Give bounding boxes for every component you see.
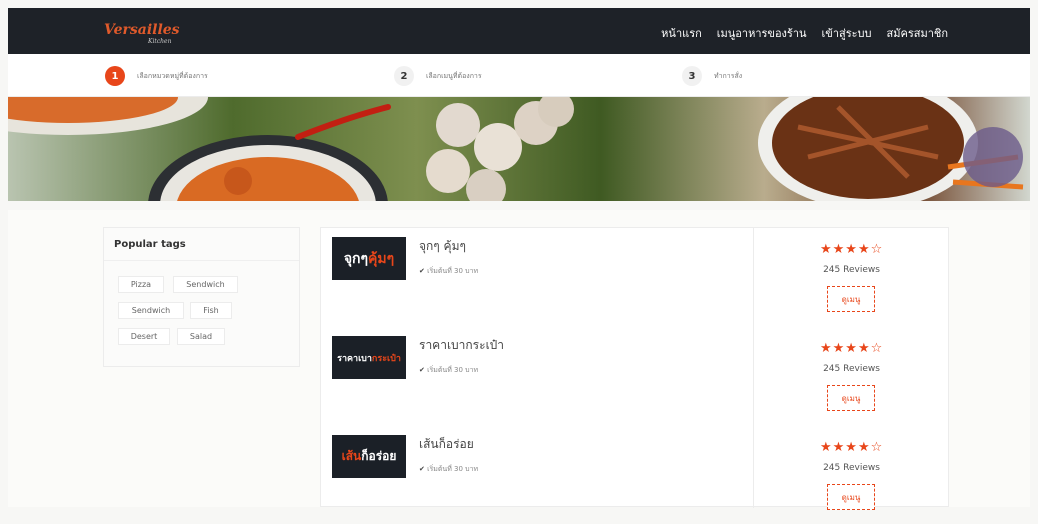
restaurant-name[interactable]: จุกๆ คุ้มๆ (419, 237, 466, 256)
view-menu-button[interactable]: ดูเมนู (827, 385, 875, 411)
rating-column: ★★★★☆ 245 Reviews ดูเมนู (754, 426, 949, 524)
tag-fish[interactable]: Fish (190, 302, 232, 319)
tag-sendwich-2[interactable]: Sendwich (118, 302, 184, 319)
view-menu-button[interactable]: ดูเมนู (827, 484, 875, 510)
popular-tags-title: Popular tags (114, 239, 186, 250)
review-count: 245 Reviews (823, 364, 880, 374)
step-2-label: เลือกเมนูที่ต้องการ (426, 71, 482, 80)
restaurant-list: จุกๆ คุ้มๆ จุกๆ คุ้มๆ ✔ เริ่มต้นที่ 30 บา… (320, 227, 950, 510)
star-filled-icon: ★★★★ (820, 440, 871, 455)
restaurant-name[interactable]: ราคาเบากระเป๋า (419, 336, 504, 355)
step-3-label: ทำการสั่ง (714, 71, 743, 80)
rating-column: ★★★★☆ 245 Reviews ดูเมนู (754, 228, 949, 326)
top-navbar: Versailles Kitchen หน้าแรก เมนูอาหารของร… (8, 8, 1030, 54)
step-1-number: 1 (105, 66, 125, 86)
star-rating: ★★★★☆ (820, 242, 883, 257)
step-2: 2 เลือกเมนูที่ต้องการ (394, 66, 482, 86)
restaurant-logo[interactable]: ราคาเบา กระเป๋า (332, 336, 406, 379)
star-rating: ★★★★☆ (820, 341, 883, 356)
restaurant-name[interactable]: เส้นก็อร่อย (419, 435, 474, 454)
step-1-label: เลือกหมวดหมู่ที่ต้องการ (137, 71, 208, 80)
step-3: 3 ทำการสั่ง (682, 66, 742, 86)
restaurant-price: ✔ เริ่มต้นที่ 30 บาท (419, 464, 478, 475)
food-banner-illustration (8, 97, 1024, 201)
main-nav: หน้าแรก เมนูอาหารของร้าน เข้าสู่ระบบ สมั… (661, 24, 948, 42)
step-1: 1 เลือกหมวดหมู่ที่ต้องการ (105, 66, 208, 86)
star-empty-icon: ☆ (870, 440, 884, 455)
popular-tags-panel: Popular tags Pizza Sendwich Sendwich Fis… (103, 227, 300, 367)
logo-text-white: จุกๆ (343, 250, 369, 267)
star-rating: ★★★★☆ (820, 440, 883, 455)
logo-text-white: ราคาเบา (337, 353, 372, 364)
order-steps: 1 เลือกหมวดหมู่ที่ต้องการ 2 เลือกเมนูที่… (8, 54, 1030, 97)
tag-pizza[interactable]: Pizza (118, 276, 164, 293)
price-text: เริ่มต้นที่ 30 บาท (427, 366, 479, 374)
food-banner-image (8, 97, 1030, 201)
review-count: 245 Reviews (823, 463, 880, 473)
tag-desert[interactable]: Desert (118, 328, 170, 345)
price-text: เริ่มต้นที่ 30 บาท (427, 465, 479, 473)
nav-register-link[interactable]: สมัครสมาชิก (887, 24, 949, 42)
restaurant-price: ✔ เริ่มต้นที่ 30 บาท (419, 365, 478, 376)
view-menu-button[interactable]: ดูเมนู (827, 286, 875, 312)
logo-text-orange: กระเป๋า (371, 353, 401, 364)
restaurant-row: จุกๆ คุ้มๆ จุกๆ คุ้มๆ ✔ เริ่มต้นที่ 30 บา… (321, 228, 950, 326)
check-icon: ✔ (419, 267, 425, 275)
check-icon: ✔ (419, 366, 425, 374)
site-logo-subtitle: Kitchen (148, 38, 172, 45)
star-empty-icon: ☆ (870, 341, 884, 356)
review-count: 245 Reviews (823, 265, 880, 275)
restaurant-price: ✔ เริ่มต้นที่ 30 บาท (419, 266, 478, 277)
restaurant-logo[interactable]: เส้น ก็อร่อย (332, 435, 406, 478)
tag-salad[interactable]: Salad (177, 328, 225, 345)
restaurant-row: เส้น ก็อร่อย เส้นก็อร่อย ✔ เริ่มต้นที่ 30… (321, 426, 950, 524)
logo-text-orange: เส้น (341, 449, 362, 463)
rating-column: ★★★★☆ 245 Reviews ดูเมนู (754, 327, 949, 425)
step-2-number: 2 (394, 66, 414, 86)
check-icon: ✔ (419, 465, 425, 473)
logo-text-white: ก็อร่อย (361, 449, 397, 463)
restaurant-row: ราคาเบา กระเป๋า ราคาเบากระเป๋า ✔ เริ่มต้น… (321, 327, 950, 425)
restaurant-logo[interactable]: จุกๆ คุ้มๆ (332, 237, 406, 280)
nav-menu-link[interactable]: เมนูอาหารของร้าน (717, 24, 807, 42)
star-filled-icon: ★★★★ (820, 341, 871, 356)
star-empty-icon: ☆ (870, 242, 884, 257)
panel-divider (104, 260, 299, 261)
tag-sendwich[interactable]: Sendwich (173, 276, 238, 293)
site-logo[interactable]: Versailles (104, 22, 180, 38)
star-filled-icon: ★★★★ (820, 242, 871, 257)
nav-home-link[interactable]: หน้าแรก (661, 24, 702, 42)
nav-login-link[interactable]: เข้าสู่ระบบ (822, 24, 872, 42)
step-3-number: 3 (682, 66, 702, 86)
price-text: เริ่มต้นที่ 30 บาท (427, 267, 479, 275)
logo-text-orange: คุ้มๆ (368, 250, 395, 267)
